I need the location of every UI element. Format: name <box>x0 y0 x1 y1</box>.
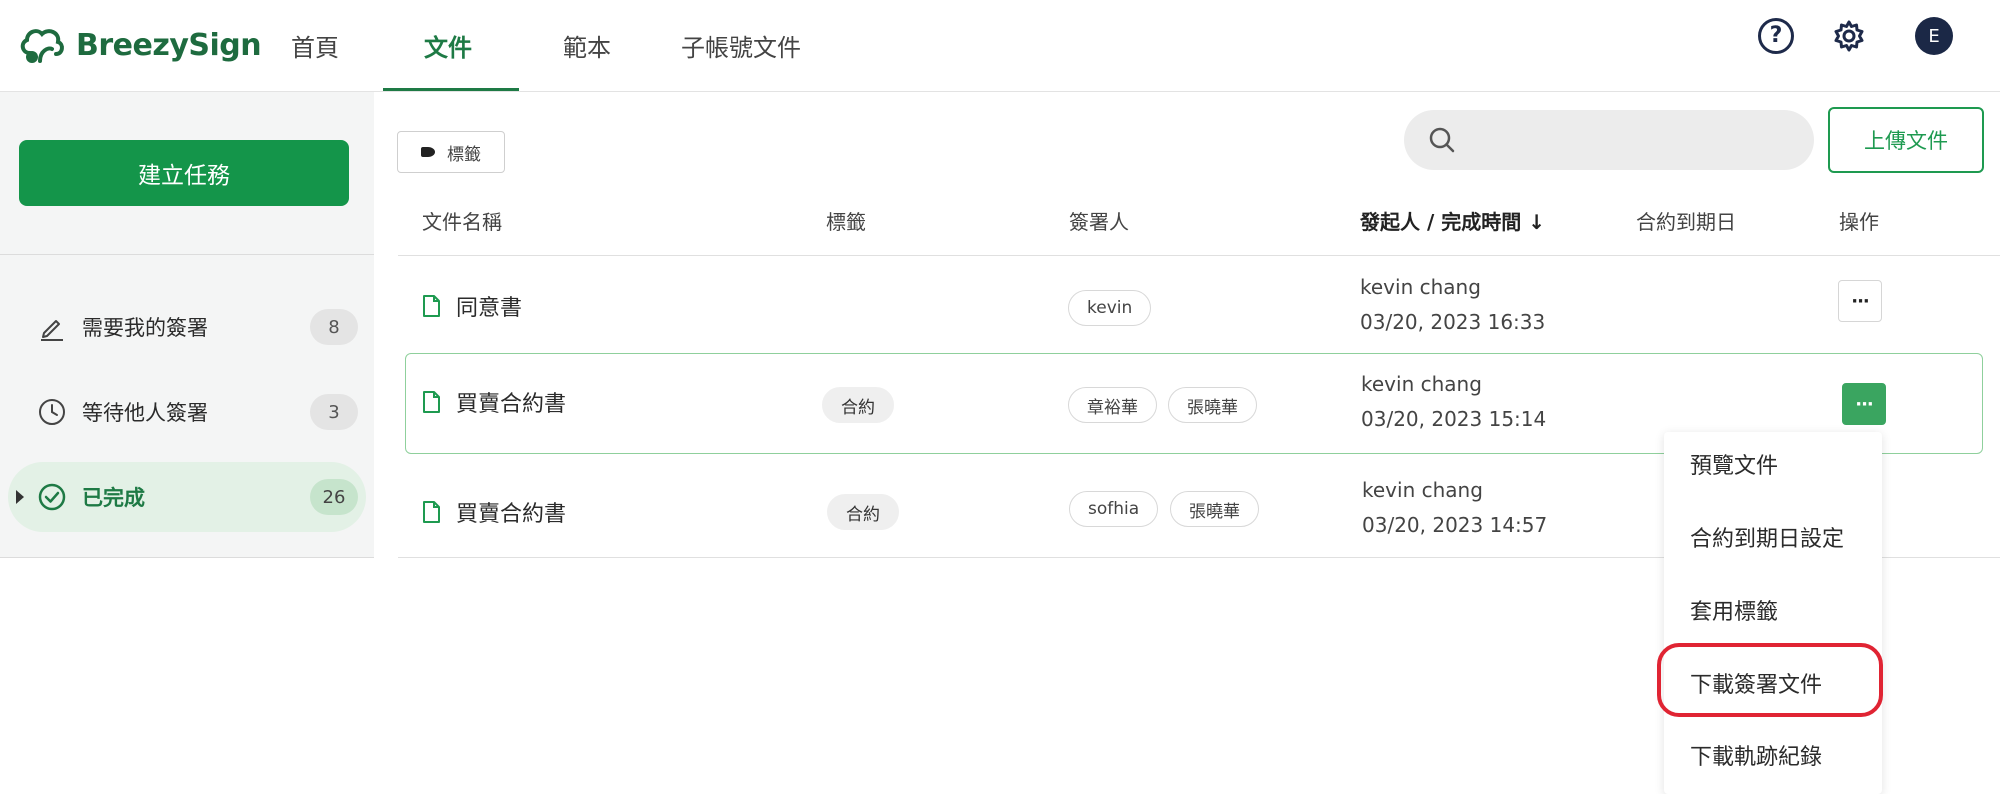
sidebar-item-label: 等待他人簽署 <box>82 401 208 425</box>
column-header-signers: 簽署人 <box>1069 210 1129 234</box>
column-header-contract-expiry: 合約到期日 <box>1636 210 1736 234</box>
sidebar-divider <box>0 254 374 255</box>
create-task-button[interactable]: 建立任務 <box>19 140 349 206</box>
document-name: 同意書 <box>456 296 523 321</box>
tag-pill[interactable]: 合約 <box>822 387 894 423</box>
count-badge: 3 <box>310 394 358 430</box>
sender-name: kevin chang <box>1361 372 1482 396</box>
file-icon <box>423 295 440 317</box>
column-header-sender-completion-time[interactable]: 發起人 / 完成時間 ↓ <box>1360 206 1545 235</box>
menu-item-apply-tag[interactable]: 套用標籤 <box>1690 594 1778 626</box>
tag-filter-button[interactable]: 標籤 <box>397 131 505 173</box>
more-actions-button[interactable]: ··· <box>1842 383 1886 425</box>
column-header-actions: 操作 <box>1839 210 1879 234</box>
sender-cell: kevin chang 03/20, 2023 16:33 <box>1360 270 1545 340</box>
menu-item-download-audit-trail[interactable]: 下載軌跡紀錄 <box>1690 739 1822 771</box>
signer-pill: 張曉華 <box>1168 387 1257 423</box>
sidebar-item-waiting-for-others[interactable]: 等待他人簽署 3 <box>8 377 366 447</box>
tab-templates[interactable]: 範本 <box>563 22 611 92</box>
check-circle-icon <box>36 481 68 513</box>
sidebar-item-label: 需要我的簽署 <box>82 316 208 340</box>
tag-filter-label: 標籤 <box>447 144 481 165</box>
brand-name: BreezySign <box>76 27 262 63</box>
file-icon <box>423 501 440 523</box>
document-name-cell[interactable]: 買賣合約書 <box>422 496 566 528</box>
count-badge: 26 <box>310 479 358 515</box>
tag-pill[interactable]: 合約 <box>827 494 899 530</box>
help-icon[interactable]: ? <box>1758 18 1794 54</box>
sidebar-item-label: 已完成 <box>82 486 145 510</box>
tab-home[interactable]: 首頁 <box>291 22 339 92</box>
highlight-annotation-box <box>1657 643 1883 717</box>
completion-time: 03/20, 2023 15:14 <box>1361 407 1547 431</box>
breezysign-logo-icon <box>20 29 64 63</box>
sidebar-item-completed[interactable]: 已完成 26 <box>8 462 366 532</box>
top-bar: BreezySign 首頁 文件 範本 子帳號文件 ? E <box>0 0 2000 92</box>
search-icon <box>1429 127 1455 153</box>
sender-name: kevin chang <box>1362 478 1483 502</box>
search-input[interactable] <box>1470 129 1810 151</box>
document-name-cell[interactable]: 買賣合約書 <box>422 386 566 418</box>
header-divider <box>398 255 2000 256</box>
active-tab-indicator <box>383 88 519 91</box>
expand-caret-icon[interactable] <box>16 490 24 504</box>
sender-cell: kevin chang 03/20, 2023 14:57 <box>1362 473 1547 543</box>
signer-pill: kevin <box>1068 290 1152 326</box>
clock-icon <box>36 396 68 428</box>
tab-sub-account-documents[interactable]: 子帳號文件 <box>681 22 801 92</box>
file-icon <box>423 391 440 413</box>
completion-time: 03/20, 2023 16:33 <box>1360 310 1546 334</box>
menu-item-contract-expiry-settings[interactable]: 合約到期日設定 <box>1690 521 1844 553</box>
search-box[interactable] <box>1404 110 1814 170</box>
column-header-label: 發起人 / 完成時間 <box>1360 210 1522 234</box>
column-header-document-name: 文件名稱 <box>422 210 502 234</box>
pen-icon <box>36 311 68 343</box>
signer-pill: 章裕華 <box>1068 387 1157 423</box>
upload-document-button[interactable]: 上傳文件 <box>1828 107 1984 173</box>
signer-pill: 張曉華 <box>1170 491 1259 527</box>
tag-icon <box>421 147 435 157</box>
avatar[interactable]: E <box>1915 17 1953 55</box>
sender-cell: kevin chang 03/20, 2023 15:14 <box>1361 367 1546 437</box>
tab-documents[interactable]: 文件 <box>424 22 472 92</box>
sender-name: kevin chang <box>1360 275 1481 299</box>
menu-item-preview-document[interactable]: 預覽文件 <box>1690 448 1778 480</box>
brand-logo[interactable]: BreezySign <box>18 20 262 70</box>
document-name-cell[interactable]: 同意書 <box>422 290 522 322</box>
sort-down-arrow-icon[interactable]: ↓ <box>1528 210 1545 234</box>
sidebar-item-needs-my-signature[interactable]: 需要我的簽署 8 <box>8 292 366 362</box>
signer-pill: sofhia <box>1069 491 1159 527</box>
more-actions-button[interactable]: ··· <box>1838 280 1882 322</box>
completion-time: 03/20, 2023 14:57 <box>1362 513 1548 537</box>
actions-dropdown-menu: 預覽文件 合約到期日設定 套用標籤 下載簽署文件 下載軌跡紀錄 <box>1664 432 1882 794</box>
sidebar: 建立任務 需要我的簽署 8 等待他人簽署 3 已完成 26 <box>0 92 374 558</box>
gear-icon[interactable] <box>1831 18 1867 54</box>
column-header-tags: 標籤 <box>826 210 866 234</box>
count-badge: 8 <box>310 309 358 345</box>
document-name: 買賣合約書 <box>456 392 567 417</box>
document-name: 買賣合約書 <box>456 502 567 527</box>
